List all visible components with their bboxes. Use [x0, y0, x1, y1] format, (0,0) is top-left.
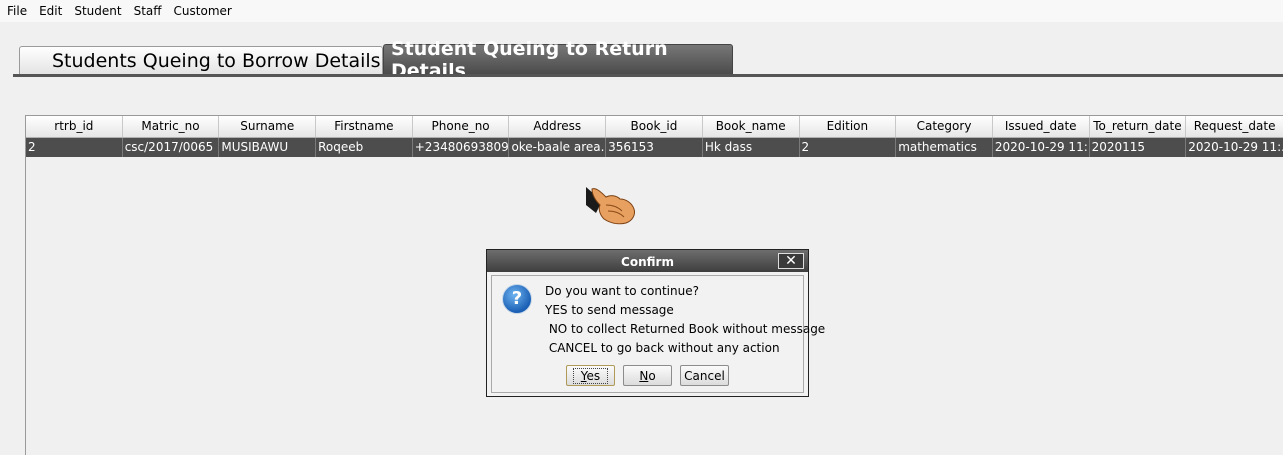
table-header: rtrb_id Matric_no Surname Firstname Phone_no… — [26, 116, 1283, 138]
table-cell: Roqeeb — [316, 138, 413, 157]
menu-edit[interactable]: Edit — [33, 4, 68, 18]
no-button[interactable]: No — [623, 365, 672, 386]
dialog-message-line: YES to send message — [545, 303, 674, 317]
hand-pointer-icon — [586, 187, 635, 225]
confirm-dialog: Confirm ✕ ? Do you want to continue? YES… — [486, 249, 825, 397]
table-cell: 356153 — [606, 138, 703, 157]
close-icon[interactable]: ✕ — [778, 253, 804, 269]
dialog-title-bar[interactable]: Confirm ✕ — [487, 250, 808, 272]
table-cell: mathematics — [896, 138, 993, 157]
yes-button[interactable]: Yes — [566, 365, 615, 386]
column-header[interactable]: Issued_date — [993, 116, 1090, 137]
table-cell: csc/2017/0065 — [123, 138, 220, 157]
column-header[interactable]: rtrb_id — [26, 116, 123, 137]
column-header[interactable]: Book_id — [606, 116, 703, 137]
app-window: File Edit Student Staff Customer Student… — [0, 0, 1283, 455]
menu-file[interactable]: File — [0, 4, 33, 18]
column-header[interactable]: Category — [896, 116, 993, 137]
question-icon: ? — [502, 284, 532, 314]
dialog-message-line: NO to collect Returned Book without mess… — [545, 322, 826, 336]
column-header[interactable]: Book_name — [703, 116, 800, 137]
menu-staff[interactable]: Staff — [128, 4, 168, 18]
table-cell: 2020-10-29 11:... — [1186, 138, 1283, 157]
table-cell: 2 — [800, 138, 897, 157]
tab-return-details[interactable]: Student Queing to Return Details — [383, 38, 733, 82]
column-header[interactable]: Surname — [219, 116, 317, 137]
tab-underline — [13, 74, 1283, 77]
table-cell: +23480693809... — [413, 138, 510, 157]
column-header[interactable]: To_return_date — [1090, 116, 1187, 137]
column-header[interactable]: Address — [509, 116, 607, 137]
dialog-message-line: Do you want to continue? — [545, 284, 699, 298]
menu-student[interactable]: Student — [68, 4, 127, 18]
table-cell: oke-baale area... — [509, 138, 607, 157]
column-header[interactable]: Phone_no — [413, 116, 510, 137]
column-header[interactable]: Firstname — [316, 116, 413, 137]
dialog-title: Confirm — [621, 255, 674, 269]
table-body: 2 csc/2017/0065 MUSIBAWU Roqeeb +23480693809… — [26, 138, 1283, 157]
column-header[interactable]: Request_date — [1186, 116, 1283, 137]
table-cell: 2020115 — [1090, 138, 1187, 157]
dialog-message-line: CANCEL to go back without any action — [545, 341, 780, 355]
menu-bar: File Edit Student Staff Customer — [0, 0, 1283, 22]
table-cell: 2 — [26, 138, 123, 157]
tab-strip: Students Queing to Borrow Details Studen… — [13, 38, 1283, 82]
no-mnemonic: N — [639, 369, 649, 383]
table-cell: 2020-10-29 11:... — [993, 138, 1090, 157]
table-cell: MUSIBAWU — [219, 138, 317, 157]
yes-label: es — [586, 369, 601, 383]
column-header[interactable]: Edition — [800, 116, 897, 137]
column-header[interactable]: Matric_no — [123, 116, 220, 137]
no-label: o — [648, 369, 656, 383]
menu-customer[interactable]: Customer — [168, 4, 238, 18]
table-cell: Hk dass — [703, 138, 800, 157]
table-row[interactable]: 2 csc/2017/0065 MUSIBAWU Roqeeb +23480693809… — [26, 138, 1283, 157]
cancel-button[interactable]: Cancel — [680, 365, 729, 386]
tab-borrow-details[interactable]: Students Queing to Borrow Details — [19, 46, 383, 75]
